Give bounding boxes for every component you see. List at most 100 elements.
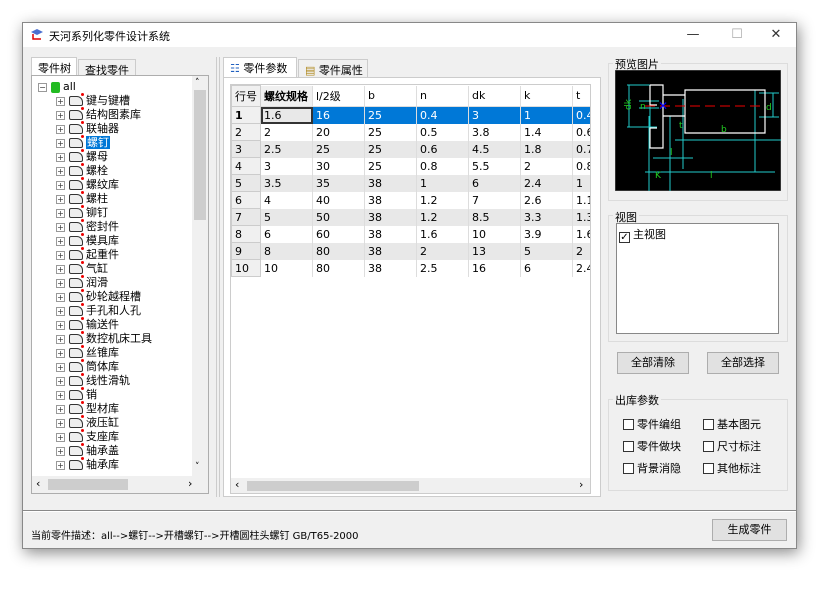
table-cell[interactable]: 3 bbox=[260, 157, 313, 175]
tree-item[interactable]: + 轴承库 bbox=[56, 457, 119, 472]
row-number[interactable]: 4 bbox=[231, 157, 261, 175]
table-cell[interactable]: 7 bbox=[468, 191, 521, 209]
scroll-left-icon[interactable]: ‹ bbox=[36, 477, 40, 490]
splitter[interactable] bbox=[216, 57, 220, 497]
table-cell[interactable]: 50 bbox=[312, 208, 365, 226]
expand-icon[interactable]: + bbox=[56, 334, 65, 344]
expand-icon[interactable]: + bbox=[56, 236, 65, 246]
views-list[interactable]: ✓ 主视图 bbox=[616, 223, 779, 334]
output-option-checkbox[interactable]: 其他标注 bbox=[703, 460, 761, 476]
table-row[interactable]: 2220250.53.81.40.6 bbox=[231, 123, 590, 141]
table-cell[interactable]: 80 bbox=[312, 242, 365, 260]
expand-icon[interactable]: + bbox=[56, 362, 65, 372]
table-cell[interactable]: 1.6 bbox=[260, 106, 313, 124]
table-cell[interactable]: 1.6 bbox=[572, 225, 590, 243]
tree-item[interactable]: + 气缸 bbox=[56, 261, 108, 276]
table-cell[interactable]: 2 bbox=[260, 123, 313, 141]
select-all-button[interactable]: 全部选择 bbox=[707, 352, 779, 374]
output-option-checkbox[interactable]: 基本图元 bbox=[703, 416, 761, 432]
expand-icon[interactable]: + bbox=[56, 292, 65, 302]
tree-item[interactable]: + 支座库 bbox=[56, 429, 119, 444]
tree-item[interactable]: + 输送件 bbox=[56, 317, 119, 332]
row-number[interactable]: 8 bbox=[231, 225, 261, 243]
grid-horizontal-scrollbar[interactable]: ‹ › bbox=[231, 478, 590, 493]
row-number[interactable]: 6 bbox=[231, 191, 261, 209]
expand-icon[interactable]: + bbox=[56, 194, 65, 204]
table-cell[interactable]: 2 bbox=[572, 242, 590, 260]
column-header[interactable]: t bbox=[572, 85, 590, 107]
column-header[interactable]: l/2级 bbox=[312, 85, 365, 107]
table-cell[interactable]: 10 bbox=[260, 259, 313, 277]
tree-root[interactable]: − all bbox=[38, 80, 76, 94]
scroll-right-icon[interactable]: › bbox=[188, 477, 192, 490]
expand-icon[interactable]: + bbox=[56, 404, 65, 414]
table-cell[interactable]: 6 bbox=[520, 259, 573, 277]
table-cell[interactable]: 0.4 bbox=[416, 106, 469, 124]
expand-icon[interactable]: + bbox=[56, 180, 65, 190]
table-cell[interactable]: 1.2 bbox=[416, 191, 469, 209]
tree-item[interactable]: + 销 bbox=[56, 387, 97, 402]
table-cell[interactable]: 4 bbox=[260, 191, 313, 209]
table-cell[interactable]: 6 bbox=[468, 174, 521, 192]
expand-icon[interactable]: + bbox=[56, 278, 65, 288]
tree-item[interactable]: + 联轴器 bbox=[56, 121, 119, 136]
table-cell[interactable]: 0.5 bbox=[416, 123, 469, 141]
table-row[interactable]: 8660381.6103.91.6 bbox=[231, 225, 590, 243]
table-cell[interactable]: 3.9 bbox=[520, 225, 573, 243]
row-number[interactable]: 7 bbox=[231, 208, 261, 226]
tree-item[interactable]: + 螺柱 bbox=[56, 191, 108, 206]
row-number[interactable]: 3 bbox=[231, 140, 261, 158]
table-cell[interactable]: 5 bbox=[520, 242, 573, 260]
table-cell[interactable]: 38 bbox=[364, 208, 417, 226]
table-cell[interactable]: 35 bbox=[312, 174, 365, 192]
tree-item[interactable]: + 结构图素库 bbox=[56, 107, 141, 122]
expand-icon[interactable]: + bbox=[56, 96, 65, 106]
scroll-thumb[interactable] bbox=[48, 479, 128, 490]
tree-item[interactable]: + 液压缸 bbox=[56, 415, 119, 430]
tree-item[interactable]: + 铆钉 bbox=[56, 205, 108, 220]
tree-horizontal-scrollbar[interactable]: ‹ › bbox=[32, 476, 208, 493]
table-cell[interactable]: 25 bbox=[364, 123, 417, 141]
scroll-right-icon[interactable]: › bbox=[579, 478, 583, 491]
tab-part-params[interactable]: ☷ 零件参数 bbox=[223, 57, 297, 77]
expand-icon[interactable]: + bbox=[56, 152, 65, 162]
expand-icon[interactable]: + bbox=[56, 432, 65, 442]
collapse-icon[interactable]: − bbox=[38, 82, 47, 92]
clear-all-button[interactable]: 全部清除 bbox=[617, 352, 689, 374]
table-row[interactable]: 6440381.272.61.1 bbox=[231, 191, 590, 209]
table-cell[interactable]: 2.5 bbox=[260, 140, 313, 158]
tree-item[interactable]: + 轴承盖 bbox=[56, 443, 119, 458]
table-cell[interactable]: 3.3 bbox=[520, 208, 573, 226]
scroll-thumb[interactable] bbox=[247, 481, 419, 491]
part-tree[interactable]: − all + 键与键槽 + 结构图素库 + 联轴器 + 螺钉 + 螺母 + 螺栓 + 螺纹库 + 螺柱 + 铆钉 +… bbox=[31, 75, 209, 494]
table-cell[interactable]: 0.7 bbox=[572, 140, 590, 158]
scroll-thumb[interactable] bbox=[194, 90, 206, 220]
table-cell[interactable]: 1.2 bbox=[416, 208, 469, 226]
tree-item[interactable]: + 手孔和人孔 bbox=[56, 303, 141, 318]
table-cell[interactable]: 30 bbox=[312, 157, 365, 175]
table-row[interactable]: 11.616250.4310.45 bbox=[231, 106, 590, 124]
row-number[interactable]: 5 bbox=[231, 174, 261, 192]
view-main-checkbox[interactable]: ✓ 主视图 bbox=[619, 226, 666, 243]
expand-icon[interactable]: + bbox=[56, 250, 65, 260]
close-button[interactable]: ✕ bbox=[761, 25, 791, 45]
minimize-button[interactable]: — bbox=[678, 25, 708, 45]
table-row[interactable]: 9 8 80 38 2 13 5 2 bbox=[231, 242, 590, 260]
tree-item[interactable]: + 筒体库 bbox=[56, 359, 119, 374]
table-cell[interactable]: 38 bbox=[364, 225, 417, 243]
column-header[interactable]: dk bbox=[468, 85, 521, 107]
table-cell[interactable]: 2.4 bbox=[520, 174, 573, 192]
tree-item[interactable]: + 型材库 bbox=[56, 401, 119, 416]
expand-icon[interactable]: + bbox=[56, 390, 65, 400]
expand-icon[interactable]: + bbox=[56, 446, 65, 456]
expand-icon[interactable]: + bbox=[56, 348, 65, 358]
scroll-down-icon[interactable]: ˅ bbox=[195, 462, 200, 472]
column-header[interactable]: n bbox=[416, 85, 469, 107]
output-option-checkbox[interactable]: 零件做块 bbox=[623, 438, 681, 454]
tree-item[interactable]: + 密封件 bbox=[56, 219, 119, 234]
row-number[interactable]: 2 bbox=[231, 123, 261, 141]
tree-item[interactable]: + 丝锥库 bbox=[56, 345, 119, 360]
table-cell[interactable]: 80 bbox=[312, 259, 365, 277]
tree-item[interactable]: + 起重件 bbox=[56, 247, 119, 262]
table-cell[interactable]: 16 bbox=[468, 259, 521, 277]
